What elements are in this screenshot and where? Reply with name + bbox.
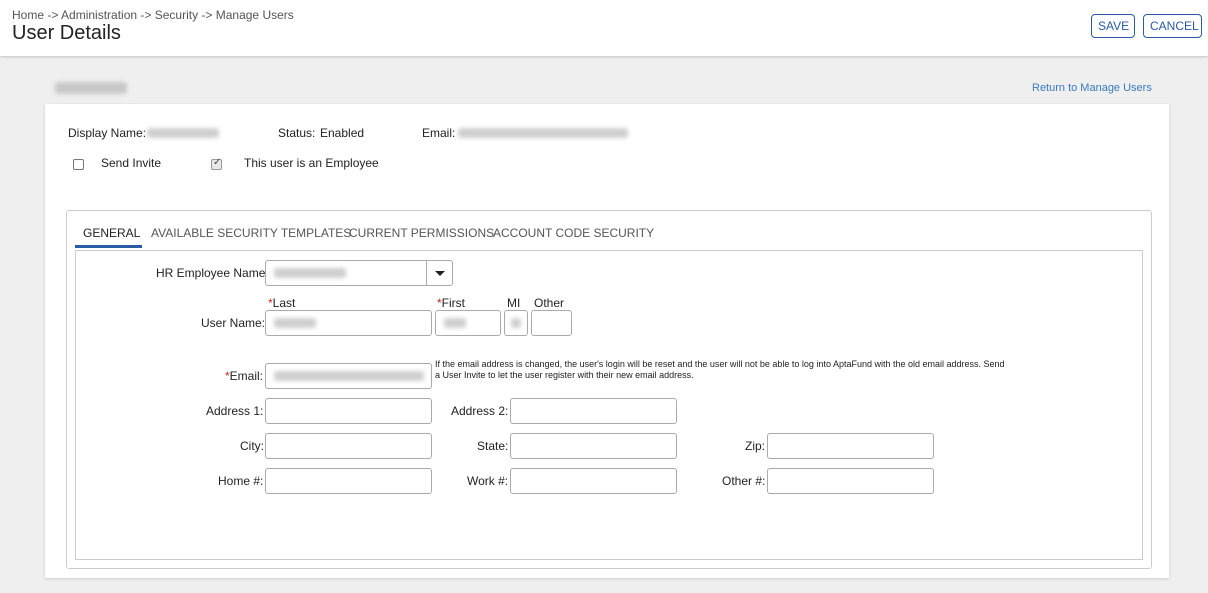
state-input[interactable] [510,433,677,459]
tab-general[interactable]: GENERAL [83,226,140,240]
last-name-header: *Last [268,296,296,310]
home-phone-label: Home #: [218,474,264,488]
zip-label: Zip: [745,439,766,453]
user-name-label: User Name: [201,316,266,330]
form-email-label: *Email: [225,369,264,383]
other-name-header: Other [534,296,565,310]
middle-initial-input[interactable] [504,310,528,336]
page-title: User Details [12,22,121,44]
hr-employee-name-label: HR Employee Name: [156,266,269,280]
tab-available-security-templates[interactable]: AVAILABLE SECURITY TEMPLATES [151,226,351,240]
status-value: Enabled [320,126,365,140]
hr-employee-name-select[interactable] [265,260,453,286]
mi-header: MI [507,296,521,310]
work-phone-label: Work #: [467,474,509,488]
address-2-input[interactable] [510,398,677,424]
save-button[interactable]: SAVE [1091,14,1135,38]
other-name-input[interactable] [531,310,572,336]
user-name-heading-redacted [55,82,127,94]
city-label: City: [240,439,264,453]
zip-input[interactable] [767,433,934,459]
chevron-down-icon[interactable] [426,261,452,285]
tab-account-code-security[interactable]: ACCOUNT CODE SECURITY [493,226,654,240]
email-input-value-redacted [274,371,424,381]
home-phone-input[interactable] [265,468,432,494]
first-name-input[interactable] [435,310,501,336]
last-name-value-redacted [274,318,316,328]
page-header: Home -> Administration -> Security -> Ma… [0,0,1208,56]
display-name-value-redacted [147,128,219,138]
cancel-button[interactable]: CANCEL [1143,14,1202,38]
email-label: Email: [422,126,456,140]
send-invite-checkbox[interactable] [73,159,84,170]
address-1-label: Address 1: [206,404,264,418]
address-2-label: Address 2: [451,404,509,418]
other-phone-input[interactable] [767,468,934,494]
active-tab-indicator [75,245,142,248]
send-invite-label: Send Invite [101,156,162,170]
work-phone-input[interactable] [510,468,677,494]
first-name-header: *First [437,296,465,310]
email-value-redacted [458,128,628,138]
employee-label: This user is an Employee [244,156,379,170]
employee-checkbox[interactable] [211,157,222,170]
display-name-label: Display Name: [68,126,147,140]
middle-initial-value-redacted [511,318,521,328]
last-name-input[interactable] [265,310,432,336]
city-input[interactable] [265,433,432,459]
address-1-input[interactable] [265,398,432,424]
tab-current-permissions[interactable]: CURRENT PERMISSIONS [349,226,494,240]
first-name-value-redacted [444,318,466,328]
other-phone-label: Other #: [722,474,766,488]
state-label: State: [477,439,509,453]
email-change-note: If the email address is changed, the use… [435,359,1005,380]
hr-employee-name-value-redacted [274,268,346,278]
email-input[interactable] [265,363,432,389]
breadcrumb[interactable]: Home -> Administration -> Security -> Ma… [12,8,294,22]
return-to-manage-users-link[interactable]: Return to Manage Users [1032,82,1152,94]
status-label: Status: [278,126,316,140]
